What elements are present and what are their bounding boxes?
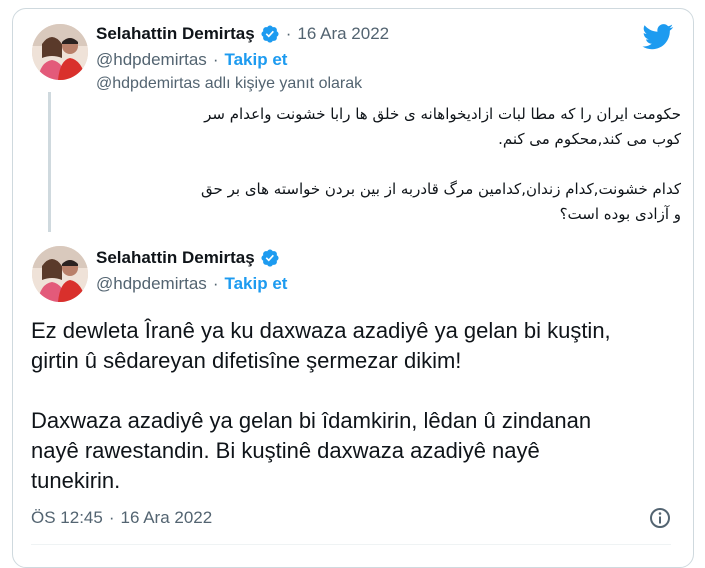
separator-dot: · xyxy=(212,274,219,293)
text-line: و آزادی بوده است؟ xyxy=(559,205,681,223)
text-line: حکومت ایران را که مطا لبات ازادیخواهانه … xyxy=(204,105,681,123)
separator-dot: · xyxy=(108,508,115,527)
text-line xyxy=(31,376,611,406)
verified-badge-icon xyxy=(260,248,280,268)
text-line: tunekirin. xyxy=(31,468,121,493)
text-line: Daxwaza azadiyê ya gelan bi îdamkirin, l… xyxy=(31,408,592,433)
quoted-tweet-text: حکومت ایران را که مطا لبات ازادیخواهانه … xyxy=(201,102,681,227)
main-header: Selahattin Demirtaş xyxy=(96,248,280,268)
separator-dot: · xyxy=(212,50,219,69)
text-line: girtin û sêdareyan difetisîne şermezar d… xyxy=(31,348,462,373)
text-line: Ez dewleta Îranê ya ku daxwaza azadiyê y… xyxy=(31,318,611,343)
text-line: کدام خشونت,کدام زندان,کدامین مرگ قادربه … xyxy=(201,180,681,198)
tweet-timestamp[interactable]: ÖS 12:45 · 16 Ara 2022 xyxy=(31,508,212,528)
main-subheader: @hdpdemirtas · Takip et xyxy=(96,274,287,294)
thread-connector xyxy=(48,92,51,232)
text-line xyxy=(201,152,681,177)
quoted-header: Selahattin Demirtaş · 16 Ara 2022 xyxy=(96,24,389,44)
follow-button[interactable]: Takip et xyxy=(224,274,287,294)
author-handle[interactable]: @hdpdemirtas xyxy=(96,50,207,70)
tweet-date[interactable]: 16 Ara 2022 xyxy=(121,508,213,528)
tweet-time[interactable]: ÖS 12:45 xyxy=(31,508,103,528)
reply-context[interactable]: @hdpdemirtas adlı kişiye yanıt olarak xyxy=(96,75,362,93)
separator-dot: · xyxy=(285,24,292,43)
author-handle[interactable]: @hdpdemirtas xyxy=(96,274,207,294)
text-line: nayê rawestandin. Bi kuştinê daxwaza aza… xyxy=(31,438,540,463)
main-tweet-text: Ez dewleta Îranê ya ku daxwaza azadiyê y… xyxy=(31,316,611,496)
quoted-subheader: @hdpdemirtas · Takip et xyxy=(96,50,287,70)
info-icon[interactable] xyxy=(648,506,672,535)
author-name[interactable]: Selahattin Demirtaş xyxy=(96,248,255,268)
avatar[interactable] xyxy=(32,246,88,302)
twitter-bird-icon[interactable] xyxy=(642,24,674,55)
author-name[interactable]: Selahattin Demirtaş xyxy=(96,24,255,44)
tweet-time[interactable]: 16 Ara 2022 xyxy=(297,24,389,44)
verified-badge-icon xyxy=(260,24,280,44)
divider xyxy=(31,544,671,545)
follow-button[interactable]: Takip et xyxy=(224,50,287,70)
text-line: کوب می کند,محکوم می کنم. xyxy=(498,130,681,148)
avatar[interactable] xyxy=(32,24,88,80)
